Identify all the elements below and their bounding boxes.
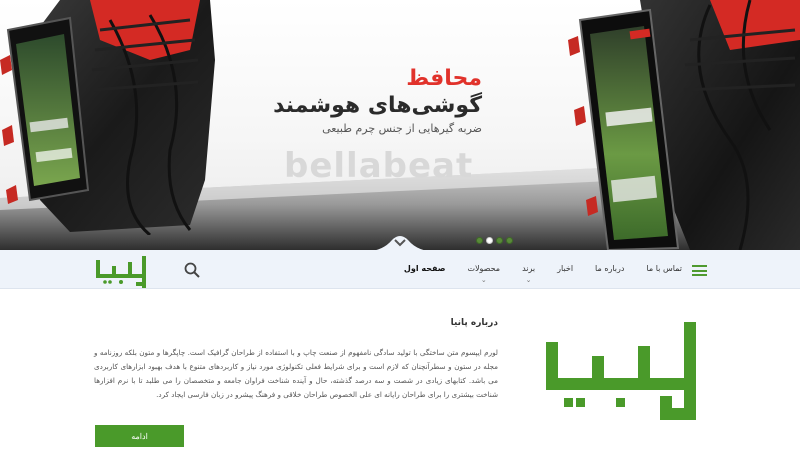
- menu-item-about[interactable]: درباره ما: [595, 264, 624, 273]
- menu-item-products[interactable]: محصولات ⌄: [467, 264, 501, 284]
- about-logo: [546, 322, 696, 420]
- hero-tag-red: محافظ: [406, 66, 482, 91]
- slider-dot-active[interactable]: [486, 237, 493, 244]
- slider-dots: [476, 237, 513, 244]
- hero-tag-subtitle: ضربه گیرهایی از جنس چرم طبیعی: [322, 122, 482, 135]
- hero-banner: محافظ گوشی‌های هوشمند ضربه گیرهایی از جن…: [0, 0, 800, 250]
- slider-dot[interactable]: [496, 237, 503, 244]
- hero-tag-title: گوشی‌های هوشمند: [273, 93, 482, 118]
- chevron-down-icon: ⌄: [525, 276, 532, 284]
- slider-dot[interactable]: [476, 237, 483, 244]
- menu-item-label: برند: [522, 264, 536, 273]
- search-icon[interactable]: [184, 262, 200, 278]
- menu-item-label: محصولات: [467, 264, 501, 273]
- menu-item-home[interactable]: صفحه اول: [404, 264, 446, 273]
- chevron-down-icon[interactable]: [394, 238, 406, 248]
- main-menu: صفحه اول محصولات ⌄ برند ⌄ اخبار درباره م…: [404, 264, 682, 284]
- menu-item-label: صفحه اول: [403, 264, 446, 273]
- about-title: درباره پانیا: [450, 318, 498, 328]
- menu-item-news[interactable]: اخبار: [557, 264, 573, 273]
- menu-item-brand[interactable]: برند ⌄: [522, 264, 536, 284]
- brand-watermark: bellabeat: [284, 146, 474, 186]
- product-image-left: [0, 0, 215, 235]
- chevron-down-icon: ⌄: [480, 276, 487, 284]
- menu-item-contact[interactable]: تماس با ما: [646, 264, 682, 273]
- menu-item-label: درباره ما: [595, 264, 625, 273]
- hamburger-menu-icon[interactable]: [692, 265, 707, 276]
- menu-item-label: اخبار: [557, 264, 574, 273]
- hero-tagline: محافظ گوشی‌های هوشمند ضربه گیرهایی از جن…: [222, 66, 482, 135]
- menu-item-label: تماس با ما: [646, 264, 682, 273]
- read-more-button[interactable]: ادامه: [95, 425, 184, 447]
- about-body: لورم ایپسوم متن ساختگی با تولید سادگی نا…: [94, 348, 498, 399]
- site-logo[interactable]: [94, 252, 156, 288]
- slider-dot[interactable]: [506, 237, 513, 244]
- product-image-right: [568, 0, 800, 250]
